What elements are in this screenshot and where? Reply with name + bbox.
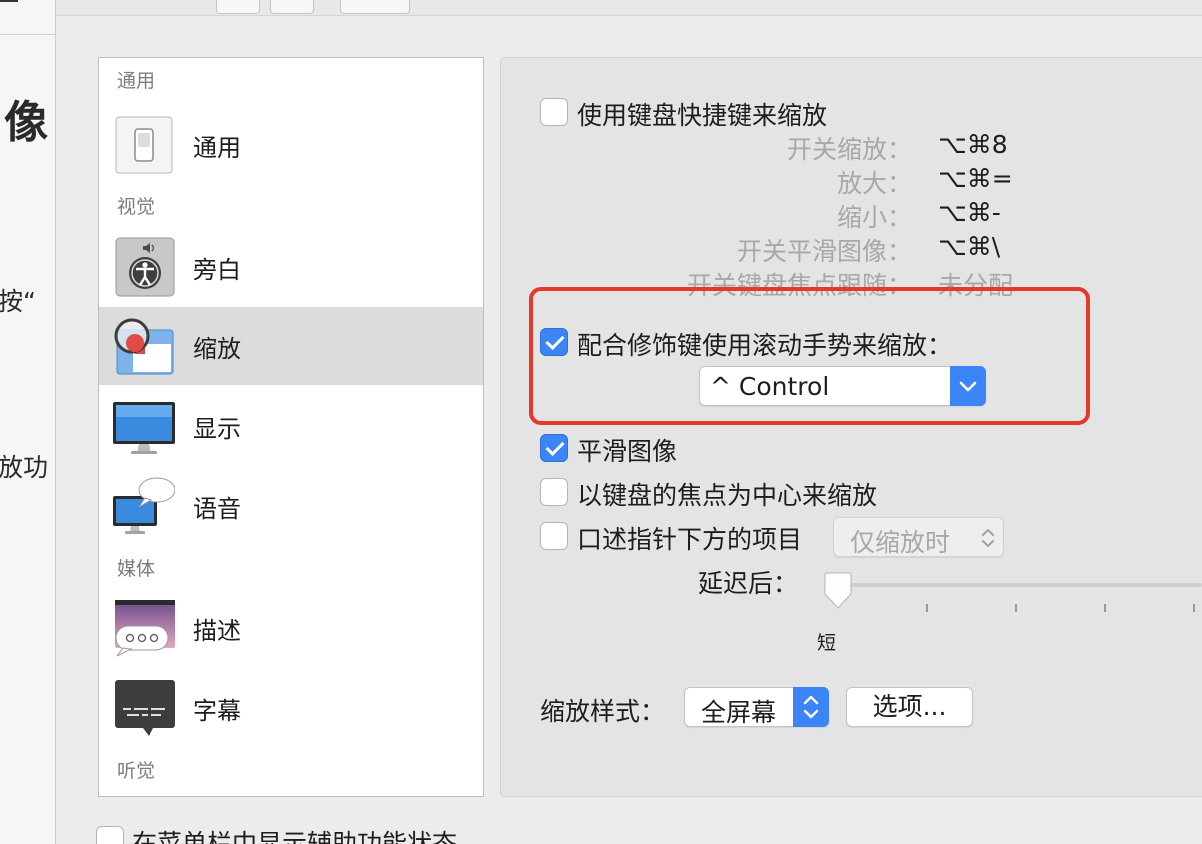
sidebar-item-captions[interactable]: 字幕	[99, 669, 483, 747]
voiceover-icon	[113, 237, 175, 297]
sidebar-section-general: 通用	[117, 70, 156, 92]
speak-items-mode-value: 仅缩放时	[850, 528, 951, 557]
sidebar-item-label: 字幕	[193, 697, 241, 725]
sidebar-item-voiceover[interactable]: 旁白	[99, 228, 483, 306]
background-window-title: 像	[4, 97, 48, 148]
sidebar-item-descriptions[interactable]: 描述	[99, 589, 483, 667]
menu-bar-status-label: 在菜单栏中显示辅助功能状态	[132, 829, 458, 844]
shortcut-zoom-out-keys: ⌥⌘-	[938, 198, 1001, 227]
display-icon	[113, 396, 175, 456]
toolbar	[56, 0, 1202, 16]
sidebar-item-label: 缩放	[193, 335, 241, 363]
shortcut-zoom-out-label: 缩小：	[836, 203, 912, 232]
chevron-down-icon	[950, 366, 986, 406]
smooth-images-label: 平滑图像	[577, 437, 678, 466]
slider-tick	[926, 604, 928, 612]
sidebar-item-label: 旁白	[193, 256, 241, 284]
sidebar-section-media: 媒体	[117, 558, 156, 580]
modifier-key-popup[interactable]: ^ Control	[699, 366, 986, 406]
background-window-text-1: 按“	[0, 287, 36, 316]
sidebar-item-label: 显示	[193, 415, 241, 443]
sidebar-item-label: 通用	[193, 134, 241, 162]
keyboard-shortcuts-checkbox[interactable]	[540, 98, 568, 126]
follow-focus-label: 以键盘的焦点为中心来缩放	[577, 481, 878, 510]
speak-items-checkbox[interactable]	[540, 522, 568, 550]
descriptions-icon	[113, 598, 175, 658]
zoom-style-value: 全屏幕	[701, 698, 777, 727]
background-window-text-2: 放功	[0, 453, 49, 482]
zoom-options-button[interactable]: 选项...	[846, 687, 973, 727]
zoom-icon	[113, 316, 175, 376]
scroll-gesture-checkbox[interactable]	[540, 328, 568, 356]
switch-icon	[113, 115, 175, 175]
shortcut-smooth-images-keys: ⌥⌘\	[938, 232, 1001, 261]
chevron-updown-icon	[793, 687, 829, 727]
sidebar-item-general[interactable]: 通用	[99, 106, 483, 184]
shortcut-toggle-zoom-keys: ⌥⌘8	[938, 130, 1008, 159]
sidebar-section-vision: 视觉	[117, 196, 156, 218]
background-window: 像 按“ 放功	[0, 0, 56, 844]
show-all-button[interactable]	[340, 0, 410, 14]
modifier-key-value: ^ Control	[710, 372, 830, 401]
background-window-divider	[0, 34, 55, 35]
shortcut-toggle-zoom-label: 开关缩放：	[786, 135, 912, 164]
speech-icon	[113, 476, 176, 536]
sidebar-section-hearing: 听觉	[117, 760, 156, 782]
slider-tick	[1193, 604, 1195, 612]
slider-tick	[1104, 604, 1106, 612]
shortcut-zoom-in-keys: ⌥⌘=	[938, 164, 1013, 193]
sidebar-item-display[interactable]: 显示	[99, 387, 483, 465]
shortcut-smooth-images-label: 开关平滑图像：	[736, 237, 912, 266]
background-window-dash	[0, 0, 18, 2]
speak-items-mode-popup[interactable]: 仅缩放时	[833, 517, 1004, 557]
zoom-style-label: 缩放样式：	[540, 697, 666, 726]
sidebar-item-label: 语音	[193, 495, 241, 523]
keyboard-shortcuts-label: 使用键盘快捷键来缩放	[577, 101, 828, 130]
delay-slider-track[interactable]	[824, 583, 1202, 587]
slider-tick	[1015, 604, 1017, 612]
sidebar-item-label: 描述	[193, 617, 241, 645]
chevron-updown-icon	[979, 524, 997, 556]
sidebar-item-speech[interactable]: 语音	[99, 467, 483, 545]
menu-bar-status-checkbox[interactable]	[96, 826, 124, 844]
smooth-images-checkbox[interactable]	[540, 434, 568, 462]
forward-button[interactable]	[270, 0, 314, 14]
sidebar-item-zoom[interactable]: 缩放	[99, 307, 483, 385]
sidebar[interactable]: 通用 通用 视觉 旁白 缩放 显示 语音 媒体 描述 字幕 听觉	[98, 57, 484, 797]
delay-slider-min-label: 短	[817, 632, 837, 654]
scroll-gesture-label: 配合修饰键使用滚动手势来缩放：	[577, 331, 953, 360]
back-button[interactable]	[216, 0, 260, 14]
captions-icon	[113, 678, 175, 738]
delay-label: 延迟后：	[698, 569, 799, 598]
shortcut-zoom-in-label: 放大：	[836, 169, 912, 198]
follow-focus-checkbox[interactable]	[540, 478, 568, 506]
zoom-style-popup[interactable]: 全屏幕	[684, 687, 829, 727]
speak-items-label: 口述指针下方的项目	[577, 525, 803, 554]
delay-slider-thumb[interactable]	[822, 572, 854, 610]
